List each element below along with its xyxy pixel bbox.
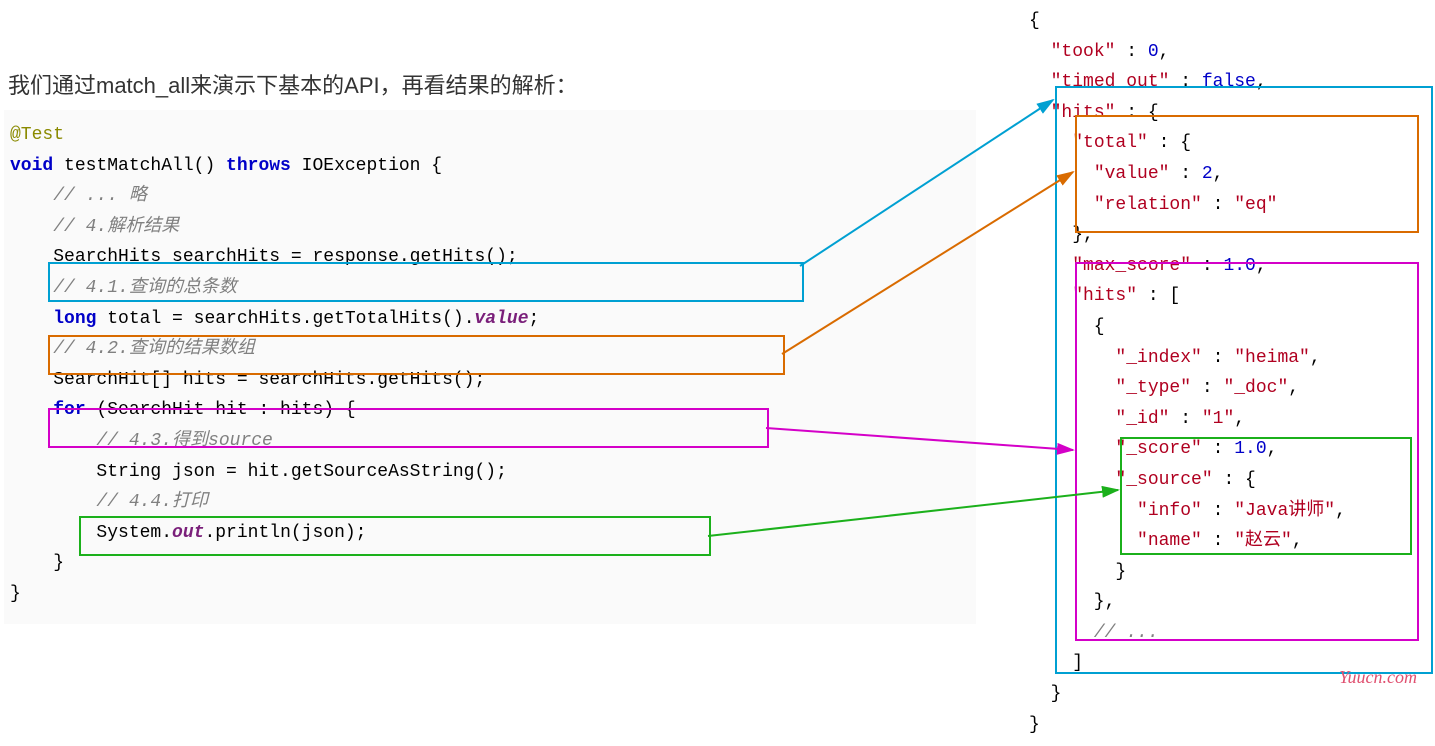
comment-4: // 4.解析结果 xyxy=(53,217,179,237)
json-key-hits: "hits" xyxy=(1051,103,1116,123)
json-val-relation: "eq" xyxy=(1234,195,1277,215)
line-searchhits: SearchHits searchHits = response.getHits… xyxy=(53,247,517,267)
json-key-info: "info" xyxy=(1137,501,1202,521)
json-key-total: "total" xyxy=(1072,133,1148,153)
field-value: value xyxy=(475,309,529,329)
exception: IOException { xyxy=(291,156,442,176)
json-val-maxscore: 1.0 xyxy=(1223,256,1255,276)
method-name: testMatchAll() xyxy=(53,156,226,176)
watermark: Yuucn.com xyxy=(1339,667,1417,688)
json-val-info: "Java讲师" xyxy=(1234,501,1335,521)
close-brace: } xyxy=(10,584,21,604)
json-key-type: "_type" xyxy=(1115,378,1191,398)
comment-44: // 4.4.打印 xyxy=(96,492,208,512)
comment-41: // 4.1.查询的总条数 xyxy=(53,278,237,298)
json-val-timedout: false xyxy=(1202,72,1256,92)
brace: } xyxy=(1029,715,1040,735)
json-key-source: "_source" xyxy=(1115,470,1212,490)
json-val-id: "1" xyxy=(1202,409,1234,429)
line-source: String json = hit.getSourceAsString(); xyxy=(96,462,506,482)
comment-skip: // ... 略 xyxy=(53,186,147,206)
line-total-c: ; xyxy=(529,309,540,329)
json-key-score: "_score" xyxy=(1115,439,1201,459)
json-key-timedout: "timed_out" xyxy=(1051,72,1170,92)
json-key-took: "took" xyxy=(1051,42,1116,62)
json-key-id: "_id" xyxy=(1115,409,1169,429)
line-print-a: System. xyxy=(96,523,172,543)
json-val-score: 1.0 xyxy=(1234,439,1266,459)
json-response-block: { "took" : 0, "timed_out" : false, "hits… xyxy=(1017,0,1435,746)
json-val-name: "赵云" xyxy=(1234,531,1292,551)
json-val-index: "heima" xyxy=(1234,348,1310,368)
json-val-type: "_doc" xyxy=(1223,378,1288,398)
comment-43: // 4.3.得到source xyxy=(96,431,272,451)
brace: { xyxy=(1029,11,1040,31)
line-hitsarr: SearchHit[] hits = searchHits.getHits(); xyxy=(53,370,485,390)
line-print-c: .println(json); xyxy=(204,523,366,543)
json-ellipsis: // ... xyxy=(1094,623,1159,643)
intro-heading: 我们通过match_all来演示下基本的API，再看结果的解析： xyxy=(8,68,578,100)
json-val-took: 0 xyxy=(1148,42,1159,62)
annotation: @Test xyxy=(10,125,64,145)
keyword-for: for xyxy=(53,400,85,420)
json-key-maxscore: "max_score" xyxy=(1072,256,1191,276)
keyword-long: long xyxy=(53,309,96,329)
json-key-name: "name" xyxy=(1137,531,1202,551)
json-key-hits2: "hits" xyxy=(1072,286,1137,306)
keyword-throws: throws xyxy=(226,156,291,176)
comment-42: // 4.2.查询的结果数组 xyxy=(53,339,255,359)
line-total-a: total = searchHits.getTotalHits(). xyxy=(96,309,474,329)
java-code-block: @Test void testMatchAll() throws IOExcep… xyxy=(4,110,976,624)
field-out: out xyxy=(172,523,204,543)
keyword-void: void xyxy=(10,156,53,176)
close-brace: } xyxy=(53,553,64,573)
json-key-relation: "relation" xyxy=(1094,195,1202,215)
json-val-value: 2 xyxy=(1202,164,1213,184)
json-key-index: "_index" xyxy=(1115,348,1201,368)
line-for: (SearchHit hit : hits) { xyxy=(86,400,356,420)
json-key-value: "value" xyxy=(1094,164,1170,184)
